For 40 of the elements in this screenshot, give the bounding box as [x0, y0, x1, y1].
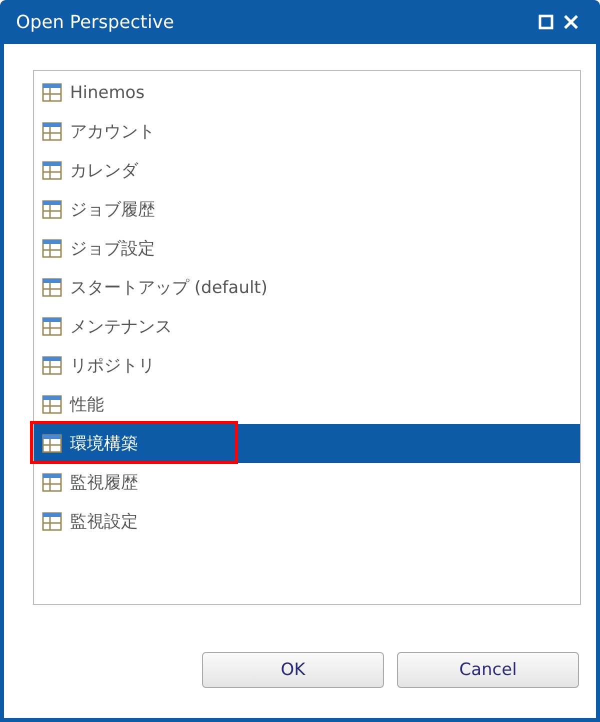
item-label: カレンダ [70, 160, 138, 182]
table-icon [42, 317, 62, 336]
list-item[interactable]: Hinemos [34, 73, 580, 112]
table-icon [42, 200, 62, 219]
table-icon [42, 473, 62, 492]
list-item[interactable]: スタートアップ (default) [34, 268, 580, 307]
item-label: メンテナンス [70, 316, 172, 338]
window-title: Open Perspective [16, 12, 176, 32]
item-label: リポジトリ [70, 355, 155, 377]
item-label: ジョブ履歴 [70, 199, 155, 221]
table-icon [42, 122, 62, 141]
list-item[interactable]: ジョブ設定 [34, 229, 580, 268]
item-label: スタートアップ (default) [70, 277, 268, 299]
table-icon [42, 278, 62, 297]
item-label: 環境構築 [70, 433, 138, 455]
table-icon [42, 395, 62, 414]
maximize-icon [538, 14, 554, 30]
item-label: アカウント [70, 121, 155, 143]
table-icon [42, 434, 62, 453]
list-item[interactable]: カレンダ [34, 151, 580, 190]
list-item[interactable]: 監視履歴 [34, 463, 580, 502]
list-item[interactable]: 性能 [34, 385, 580, 424]
list-item[interactable]: メンテナンス [34, 307, 580, 346]
table-icon [42, 83, 62, 102]
table-icon [42, 356, 62, 375]
item-label: 監視設定 [70, 511, 138, 533]
item-label: Hinemos [70, 82, 145, 102]
item-label: 監視履歴 [70, 472, 138, 494]
list-item[interactable]: ジョブ履歴 [34, 190, 580, 229]
list-item[interactable]: リポジトリ [34, 346, 580, 385]
ok-button[interactable]: OK [202, 652, 384, 688]
item-label: 性能 [70, 394, 104, 416]
list-item[interactable]: 監視設定 [34, 502, 580, 541]
cancel-button[interactable]: Cancel [397, 652, 579, 688]
list-item[interactable]: アカウント [34, 112, 580, 151]
item-label: ジョブ設定 [70, 238, 155, 260]
table-icon [42, 239, 62, 258]
close-icon [562, 13, 580, 31]
table-icon [42, 512, 62, 531]
table-icon [42, 161, 62, 180]
